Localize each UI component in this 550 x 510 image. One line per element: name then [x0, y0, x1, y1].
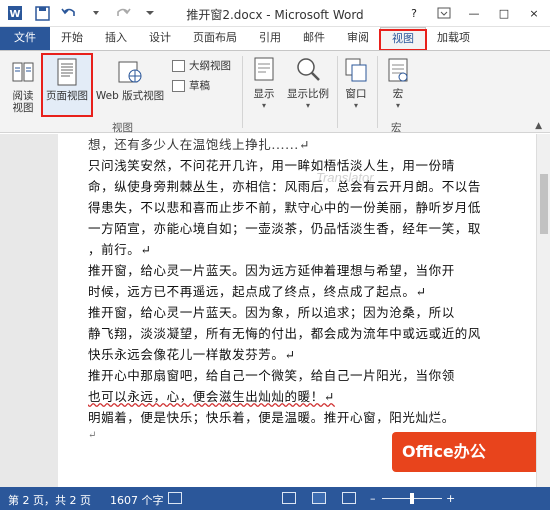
- outline-label: 大纲视图: [189, 60, 231, 72]
- web-layout-button[interactable]: Web 版式视图: [94, 57, 166, 102]
- tab-insert[interactable]: 插入: [94, 27, 138, 50]
- restore-button[interactable]: □: [492, 3, 516, 23]
- doc-line: 一方陌宣，亦能心境自如；一壶淡茶，仍品恬淡生香，经年一笑，取: [88, 221, 482, 236]
- doc-line: 静飞翔，淡淡凝望，所有无悔的付出，都会成为流年中或远或近的风: [88, 326, 482, 341]
- doc-line: 只问浅笑安然，不问花开几许，用一眸如梧恬淡人生，用一份晴: [88, 158, 455, 173]
- doc-line: 也可以永远，心，便会滋生出灿灿的暖！↵: [88, 389, 335, 404]
- ribbon-separator: [242, 56, 243, 128]
- collapse-ribbon-icon[interactable]: ▲: [535, 121, 542, 131]
- draft-button[interactable]: 草稿: [172, 78, 210, 93]
- tab-references[interactable]: 引用: [248, 27, 292, 50]
- web-layout-label: Web 版式视图: [95, 90, 165, 102]
- doc-line: 时候，远方已不再遥远，起点成了终点，终点成了起点。↵: [88, 284, 427, 299]
- macros-icon: [385, 55, 411, 85]
- zoom-button[interactable]: 显示比例 ▾: [284, 55, 332, 112]
- minimize-button[interactable]: —: [462, 3, 486, 23]
- doc-line: 推开窗，给心灵一片蓝天。因为远方延伸着理想与希望，当你开: [88, 263, 455, 278]
- word-logo-icon[interactable]: W: [6, 4, 24, 22]
- show-label: 显示: [253, 88, 275, 100]
- doc-line: 命，纵使身旁荆棘丛生，亦相信：风雨后，总会有云开月朗。不以告: [88, 179, 482, 194]
- web-layout-icon: [117, 57, 143, 87]
- macros-dropdown-icon: ▾: [395, 101, 400, 110]
- outline-icon: [172, 59, 185, 72]
- zoom-out-button[interactable]: –: [370, 492, 376, 505]
- read-mode-button[interactable]: 阅读 视图: [6, 57, 40, 114]
- window-dropdown-icon: ▾: [353, 101, 358, 110]
- tab-file[interactable]: 文件: [0, 27, 50, 50]
- tab-mailings[interactable]: 邮件: [292, 27, 336, 50]
- doc-line: 推开心中那扇窗吧，给自己一个微笑，给自己一片阳光，当你领: [88, 368, 455, 383]
- status-bar: 第 2 页，共 2 页 1607 个字 – +: [0, 487, 550, 510]
- zoom-dropdown-icon: ▾: [305, 101, 310, 110]
- window-label: 窗口: [345, 88, 367, 100]
- print-layout-status-icon[interactable]: [312, 492, 326, 504]
- doc-line: 想，还有多少人在温饱线上挣扎......↵: [88, 137, 310, 152]
- office-logo-badge: Office办公: [392, 432, 542, 472]
- vertical-scrollbar[interactable]: [536, 134, 550, 487]
- undo-dropdown-icon[interactable]: [87, 4, 105, 22]
- doc-line: 推开窗，给心灵一片蓝天。因为象，所以追求；因为沧桑，所以: [88, 305, 455, 320]
- outline-button[interactable]: 大纲视图: [172, 58, 231, 73]
- tab-view[interactable]: 视图: [379, 27, 427, 51]
- quick-access-toolbar: W: [6, 4, 159, 22]
- word-count-status[interactable]: 1607 个字: [110, 492, 164, 508]
- proofing-icon[interactable]: [168, 492, 182, 504]
- group-label-macros: 宏: [391, 122, 402, 134]
- draft-label: 草稿: [189, 80, 210, 92]
- show-icon: [251, 55, 277, 85]
- zoom-slider-thumb[interactable]: [410, 493, 414, 504]
- page-count-status[interactable]: 第 2 页，共 2 页: [8, 492, 91, 508]
- close-button[interactable]: ×: [522, 3, 546, 23]
- undo-icon[interactable]: [60, 4, 78, 22]
- tab-page-layout[interactable]: 页面布局: [182, 27, 248, 50]
- ribbon-separator: [377, 56, 378, 128]
- help-button[interactable]: ?: [402, 3, 426, 23]
- window-controls: ? — □ ×: [402, 3, 546, 23]
- ribbon-view-panel: 阅读 视图 页面视图 Web 版式视图 大纲视图 草稿 视图 显示 ▾ 显示比例…: [0, 50, 550, 134]
- show-dropdown-icon: ▾: [261, 101, 266, 110]
- print-layout-label: 页面视图: [46, 90, 88, 102]
- window-icon: [343, 55, 369, 85]
- web-layout-status-icon[interactable]: [342, 492, 356, 504]
- tab-review[interactable]: 审阅: [336, 27, 380, 50]
- document-area: 想，还有多少人在温饱线上挣扎......↵ 只问浅笑安然，不问花开几许，用一眸如…: [0, 134, 550, 487]
- ribbon-display-options-button[interactable]: [432, 3, 456, 23]
- watermark-text: Translator: [316, 170, 374, 185]
- svg-text:W: W: [9, 9, 20, 20]
- macros-button[interactable]: 宏 ▾: [383, 55, 413, 112]
- ribbon-tabs: 文件 开始 插入 设计 页面布局 引用 邮件 审阅 视图 加载项: [0, 27, 550, 51]
- doc-line: 快乐永远会像花儿一样散发芬芳。↵: [88, 347, 296, 362]
- group-label-views: 视图: [112, 122, 133, 134]
- macros-label: 宏: [392, 88, 404, 100]
- save-icon[interactable]: [33, 4, 51, 22]
- scrollbar-thumb[interactable]: [540, 174, 548, 234]
- title-bar: W 推开窗2.docx - Microsoft Word ? — □ ×: [0, 0, 550, 27]
- read-mode-icon: [10, 57, 36, 87]
- paragraph-mark: ↵: [88, 430, 97, 441]
- draft-icon: [172, 79, 185, 92]
- tab-design[interactable]: 设计: [138, 27, 182, 50]
- zoom-icon: [295, 55, 321, 85]
- print-layout-button[interactable]: 页面视图: [41, 53, 93, 117]
- doc-line: 得患失，不以悲和喜而止步不前，默守心中的一份美丽，静听岁月低: [88, 200, 482, 215]
- redo-icon[interactable]: [114, 4, 132, 22]
- window-button[interactable]: 窗口 ▾: [341, 55, 371, 112]
- ribbon-separator: [337, 56, 338, 128]
- show-button[interactable]: 显示 ▾: [249, 55, 279, 112]
- zoom-in-button[interactable]: +: [446, 492, 455, 505]
- read-mode-status-icon[interactable]: [282, 492, 296, 504]
- zoom-label: 显示比例: [287, 88, 329, 100]
- print-layout-icon: [54, 57, 80, 87]
- tab-addins[interactable]: 加载项: [426, 27, 481, 50]
- tab-home[interactable]: 开始: [50, 27, 94, 50]
- read-mode-label: 阅读 视图: [12, 90, 34, 114]
- doc-line: ，前行。↵: [88, 242, 152, 257]
- window-title: 推开窗2.docx - Microsoft Word: [186, 8, 364, 22]
- doc-line: 明媚着，便是快乐；快乐着，便是温暖。推开心窗，阳光灿烂。: [88, 410, 455, 425]
